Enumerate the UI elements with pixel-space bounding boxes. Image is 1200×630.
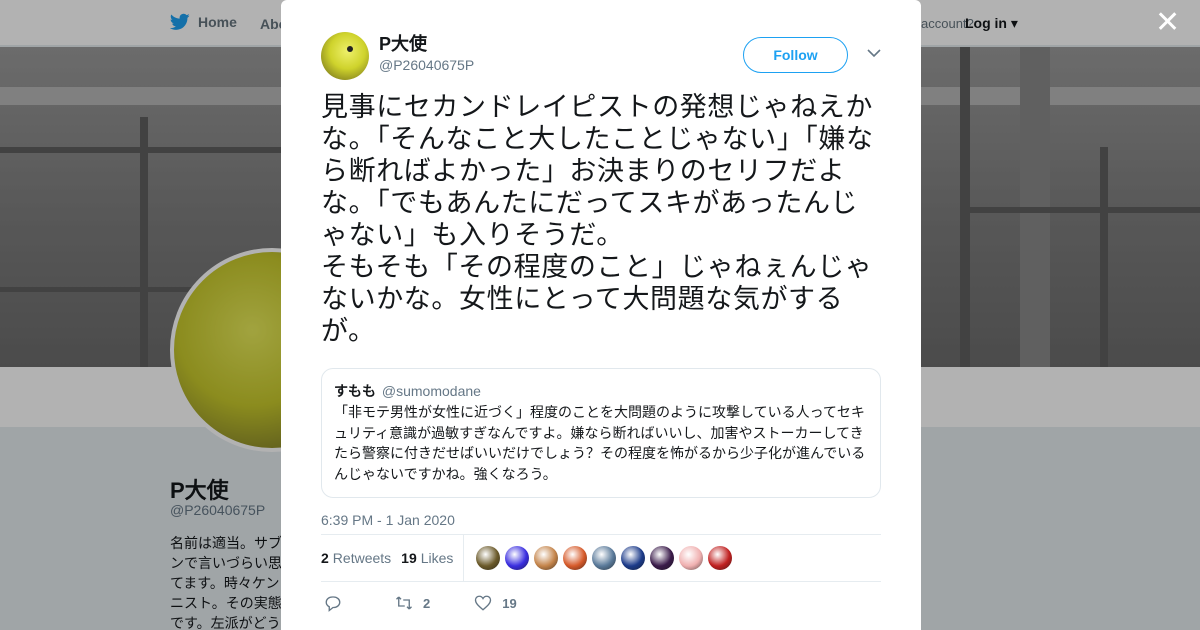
tweet-stats: 2 Retweets 19 Likes	[321, 534, 881, 582]
tweet-actions: 2 19	[321, 582, 881, 624]
likes-count: 19	[401, 550, 417, 566]
liker-avatar[interactable]	[708, 546, 733, 570]
retweet-count: 2	[423, 595, 431, 611]
quoted-author-handle: @sumomodane	[381, 383, 481, 399]
quoted-author-name: すもも	[334, 383, 376, 399]
liker-avatar[interactable]	[505, 546, 530, 570]
stats-divider	[463, 534, 465, 582]
quoted-tweet[interactable]: すもも @sumomodane 「非モテ男性が女性に近づく」程度のことを大問題の…	[321, 368, 881, 498]
quoted-tweet-text: 「非モテ男性が女性に近づく」程度のことを大問題のように攻撃している人ってセキュリ…	[334, 405, 866, 483]
close-icon[interactable]: ✕	[1155, 8, 1180, 38]
liker-avatar[interactable]	[650, 546, 675, 570]
author-info[interactable]: P大使 @P26040675P	[379, 33, 474, 75]
chevron-down-icon[interactable]	[867, 48, 881, 58]
tweet-text: 見事にセカンドレイピストの発想じゃねえかな。「そんなこと大したことじゃない」「嫌…	[321, 92, 874, 347]
liker-avatar[interactable]	[534, 546, 559, 570]
likes-stat[interactable]: 19 Likes	[401, 550, 453, 566]
like-button[interactable]: 19	[474, 594, 517, 612]
liker-avatar[interactable]	[679, 546, 704, 570]
author-name[interactable]: P大使	[379, 33, 474, 55]
liker-avatar[interactable]	[592, 546, 617, 570]
retweets-count: 2	[321, 550, 329, 566]
retweets-stat[interactable]: 2 Retweets	[321, 550, 391, 566]
follow-button[interactable]: Follow	[743, 37, 848, 73]
tweet-timestamp[interactable]: 6:39 PM - 1 Jan 2020	[321, 512, 881, 534]
like-count: 19	[502, 595, 517, 611]
retweets-label: Retweets	[332, 550, 392, 566]
reply-icon	[325, 596, 341, 612]
liker-avatar[interactable]	[476, 546, 501, 570]
liker-avatars	[476, 546, 733, 570]
reply-button[interactable]	[324, 594, 342, 612]
liker-avatar[interactable]	[621, 546, 646, 570]
retweet-icon	[396, 596, 412, 610]
likes-label: Likes	[420, 550, 454, 566]
tweet-header: P大使 @P26040675P Follow	[321, 32, 881, 80]
liker-avatar[interactable]	[563, 546, 588, 570]
author-handle[interactable]: @P26040675P	[379, 55, 474, 75]
heart-icon	[475, 595, 492, 611]
author-avatar[interactable]	[321, 32, 369, 80]
tweet-modal: P大使 @P26040675P Follow 見事にセカンドレイピストの発想じゃ…	[281, 0, 921, 630]
retweet-button[interactable]: 2	[395, 594, 430, 612]
quoted-tweet-header: すもも @sumomodane	[334, 381, 868, 401]
